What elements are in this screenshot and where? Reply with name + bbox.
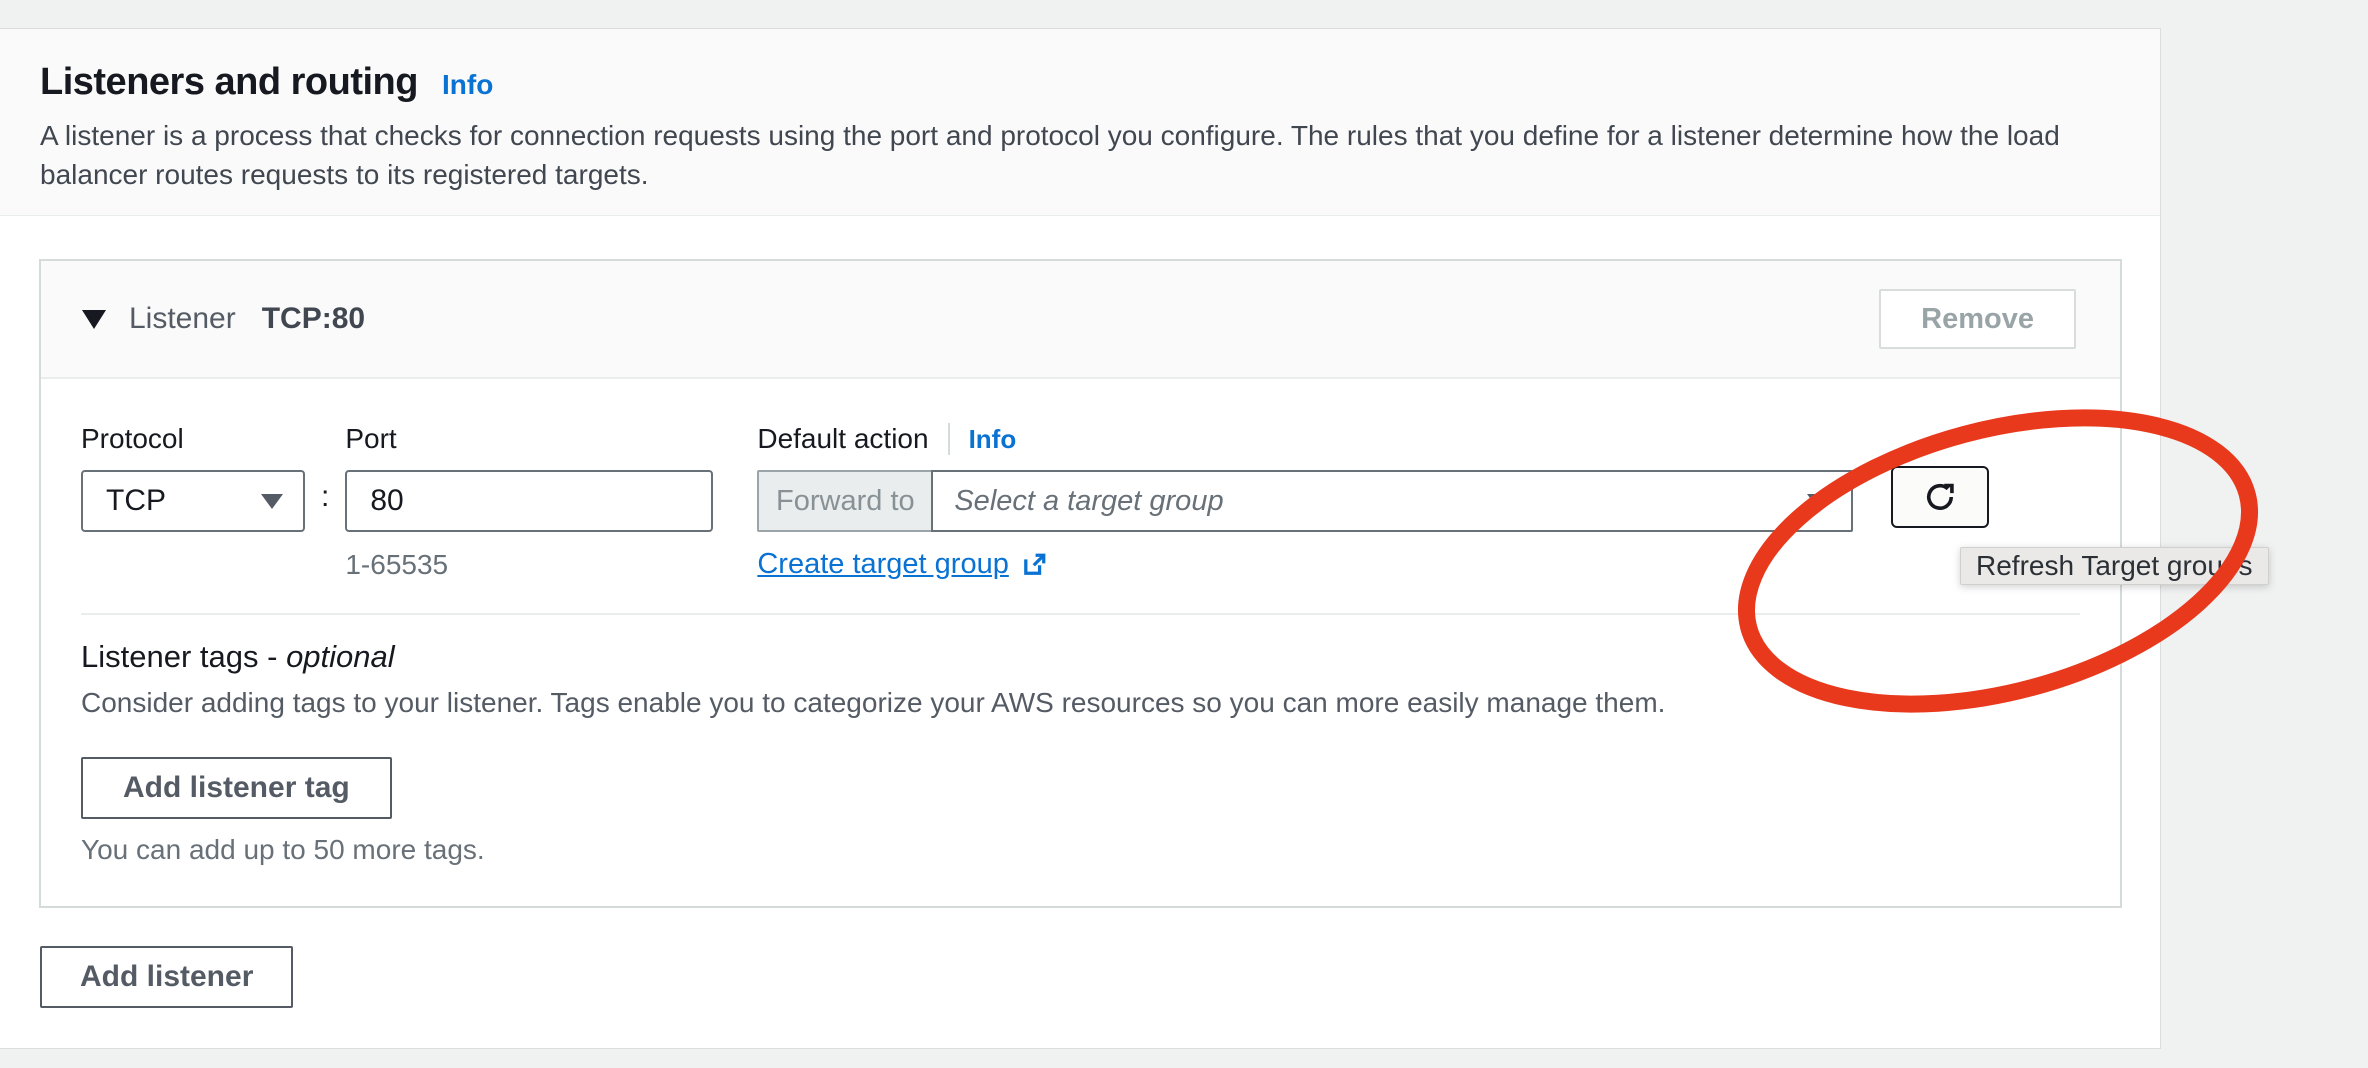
create-target-group-link[interactable]: Create target group: [757, 548, 1048, 581]
create-target-group-label: Create target group: [757, 548, 1008, 581]
port-separator: :: [321, 480, 329, 513]
remove-button[interactable]: Remove: [1879, 289, 2076, 349]
port-range-hint: 1-65535: [345, 549, 713, 581]
page-title: Listeners and routing: [40, 61, 418, 104]
caret-down-icon: [261, 494, 283, 509]
forward-to-control: Forward to Select a target group: [757, 470, 1853, 532]
refresh-target-groups-button[interactable]: [1891, 466, 1989, 528]
tags-optional-label: optional: [286, 639, 395, 674]
external-link-icon: [1020, 550, 1049, 579]
add-listener-tag-button[interactable]: Add listener tag: [81, 757, 392, 819]
listener-tags-heading: Listener tags - optional: [81, 639, 2080, 675]
port-separator-col: :: [321, 423, 329, 528]
target-group-placeholder: Select a target group: [954, 485, 1223, 518]
add-listener-button[interactable]: Add listener: [40, 946, 293, 1008]
title-row: Listeners and routing Info: [40, 61, 2120, 104]
tags-heading-separator: -: [259, 639, 287, 674]
card-body: Listener TCP:80 Remove Protocol TCP: [0, 216, 2160, 1008]
port-label: Port: [345, 423, 713, 455]
refresh-tooltip: Refresh Target groups: [1960, 547, 2269, 585]
create-link-row: Create target group: [757, 548, 1853, 581]
tags-heading-text: Listener tags: [81, 639, 259, 674]
listener-panel: Listener TCP:80 Remove Protocol TCP: [39, 259, 2122, 908]
listener-protocol-port: TCP:80: [262, 302, 365, 336]
default-action-label-row: Default action Info: [757, 423, 1853, 455]
protocol-select[interactable]: TCP: [81, 470, 305, 532]
target-group-select[interactable]: Select a target group: [931, 470, 1853, 532]
collapse-triangle-icon[interactable]: [82, 310, 106, 329]
protocol-field: Protocol TCP: [81, 423, 305, 532]
refresh-icon: [1922, 479, 1958, 515]
port-input[interactable]: [345, 470, 713, 532]
port-field: Port 1-65535: [345, 423, 713, 581]
page: Listeners and routing Info A listener is…: [0, 0, 2368, 1068]
listener-panel-header: Listener TCP:80 Remove: [41, 261, 2120, 379]
forward-to-prefix: Forward to: [757, 470, 933, 532]
listener-panel-body: Protocol TCP : Port: [41, 379, 2120, 906]
protocol-label: Protocol: [81, 423, 305, 455]
section-divider: [81, 613, 2080, 615]
listener-controls-row: Protocol TCP : Port: [81, 423, 2080, 581]
caret-down-icon: [1807, 494, 1829, 509]
listener-tags-description: Consider adding tags to your listener. T…: [81, 687, 2080, 719]
default-action-label: Default action: [757, 423, 928, 455]
listeners-and-routing-card: Listeners and routing Info A listener is…: [0, 28, 2161, 1049]
default-action-info-link[interactable]: Info: [969, 424, 1017, 455]
tags-limit-note: You can add up to 50 more tags.: [81, 834, 2080, 866]
label-divider: [948, 423, 950, 455]
default-action-field: Default action Info Forward to Select a …: [757, 423, 1853, 581]
protocol-value: TCP: [106, 484, 166, 518]
section-description: A listener is a process that checks for …: [40, 116, 2098, 194]
listener-label: Listener: [129, 302, 236, 336]
section-header: Listeners and routing Info A listener is…: [0, 29, 2160, 216]
section-info-link[interactable]: Info: [442, 69, 493, 101]
